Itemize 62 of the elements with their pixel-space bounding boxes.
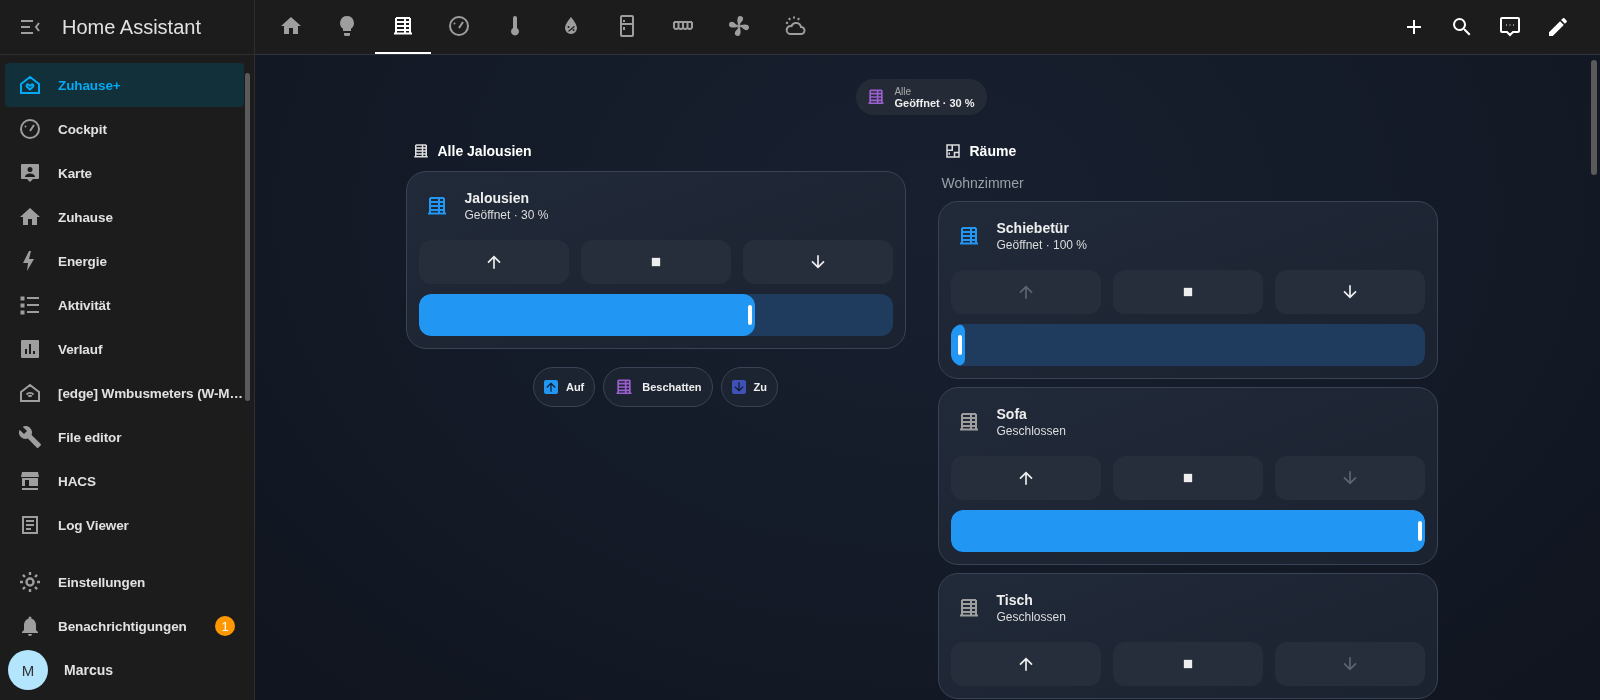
position-slider[interactable] — [950, 510, 1425, 552]
badge-label: Alle — [894, 85, 913, 97]
slider-handle[interactable] — [957, 335, 962, 355]
gauge-icon — [18, 117, 42, 141]
fan-icon — [727, 14, 751, 38]
card-title: Schiebetür — [996, 220, 1070, 236]
card-title: Tisch — [996, 592, 1034, 608]
notification-count: 1 — [215, 616, 235, 636]
section-title: Räume — [969, 143, 1017, 159]
sidebar-item[interactable]: Benachrichtigungen — [58, 618, 187, 634]
sidebar-item[interactable]: [edge] Wmbusmeters (W-M… — [5, 371, 244, 415]
person-card-icon — [18, 161, 42, 185]
slider-handle[interactable] — [748, 305, 753, 325]
sidebar-item[interactable]: Zuhause+ — [5, 63, 244, 107]
home-wifi-icon — [18, 381, 42, 405]
sun-cloud-icon — [783, 14, 807, 38]
summary-badge[interactable]: Alle Geöffnet · 30 % — [856, 79, 987, 115]
sidebar-item[interactable]: File editor — [5, 415, 244, 459]
sidebar-item[interactable]: HACS — [5, 459, 244, 503]
avatar[interactable]: M — [8, 650, 48, 690]
app-title: Home Assistant — [62, 15, 201, 39]
section-title: Alle Jalousien — [437, 143, 532, 159]
gauge-icon — [447, 14, 471, 38]
scrollbar[interactable] — [1591, 60, 1597, 175]
user-name[interactable]: Marcus — [64, 662, 114, 678]
card-state: Geöffnet · 100 % — [996, 238, 1087, 252]
scrollbar[interactable] — [245, 73, 250, 401]
blinds-icon — [866, 87, 887, 107]
position-slider[interactable] — [950, 324, 1425, 366]
sidebar-item[interactable]: Karte — [5, 151, 244, 195]
slider-handle[interactable] — [1417, 521, 1422, 541]
badge-state: Geöffnet · 30 % — [894, 96, 975, 109]
wrench-icon — [18, 425, 42, 449]
action-chip[interactable]: Beschatten — [603, 367, 713, 407]
gear-icon — [18, 570, 42, 594]
card-title: Jalousien — [464, 190, 531, 206]
card-title: Sofa — [996, 406, 1028, 422]
action-chip[interactable]: Auf — [532, 367, 596, 407]
area-heading: Wohnzimmer — [940, 174, 1025, 193]
blinds-icon — [391, 14, 415, 38]
sidebar-item[interactable]: Energie — [5, 239, 244, 283]
position-slider[interactable] — [418, 294, 893, 336]
card-state: Geschlossen — [996, 610, 1066, 624]
cover-card[interactable]: Schiebetür Geöffnet · 100 % — [937, 201, 1438, 379]
home-heart-icon — [18, 73, 42, 97]
bar-chart-icon — [18, 337, 42, 361]
sidebar-item[interactable]: Verlauf — [5, 327, 244, 371]
sidebar-item[interactable]: Aktivität — [5, 283, 244, 327]
card-state: Geschlossen — [996, 424, 1066, 438]
sidebar-item[interactable]: Einstellungen — [5, 560, 249, 604]
store-icon — [18, 469, 42, 493]
floor-plan-icon — [943, 142, 962, 160]
cover-card[interactable]: Jalousien Geöffnet · 30 % — [405, 171, 906, 349]
cover-card[interactable]: Sofa Geschlossen — [937, 387, 1438, 565]
action-chip[interactable]: Zu — [720, 367, 779, 407]
blinds-icon — [411, 142, 430, 160]
card-state: Geöffnet · 30 % — [464, 208, 549, 222]
sidebar-item[interactable]: Log Viewer — [5, 503, 244, 547]
chat-icon[interactable] — [1498, 15, 1522, 39]
pencil-icon[interactable] — [1546, 15, 1570, 39]
sidebar-item[interactable]: Cockpit — [5, 107, 244, 151]
sidebar-item[interactable]: Zuhause — [5, 195, 244, 239]
